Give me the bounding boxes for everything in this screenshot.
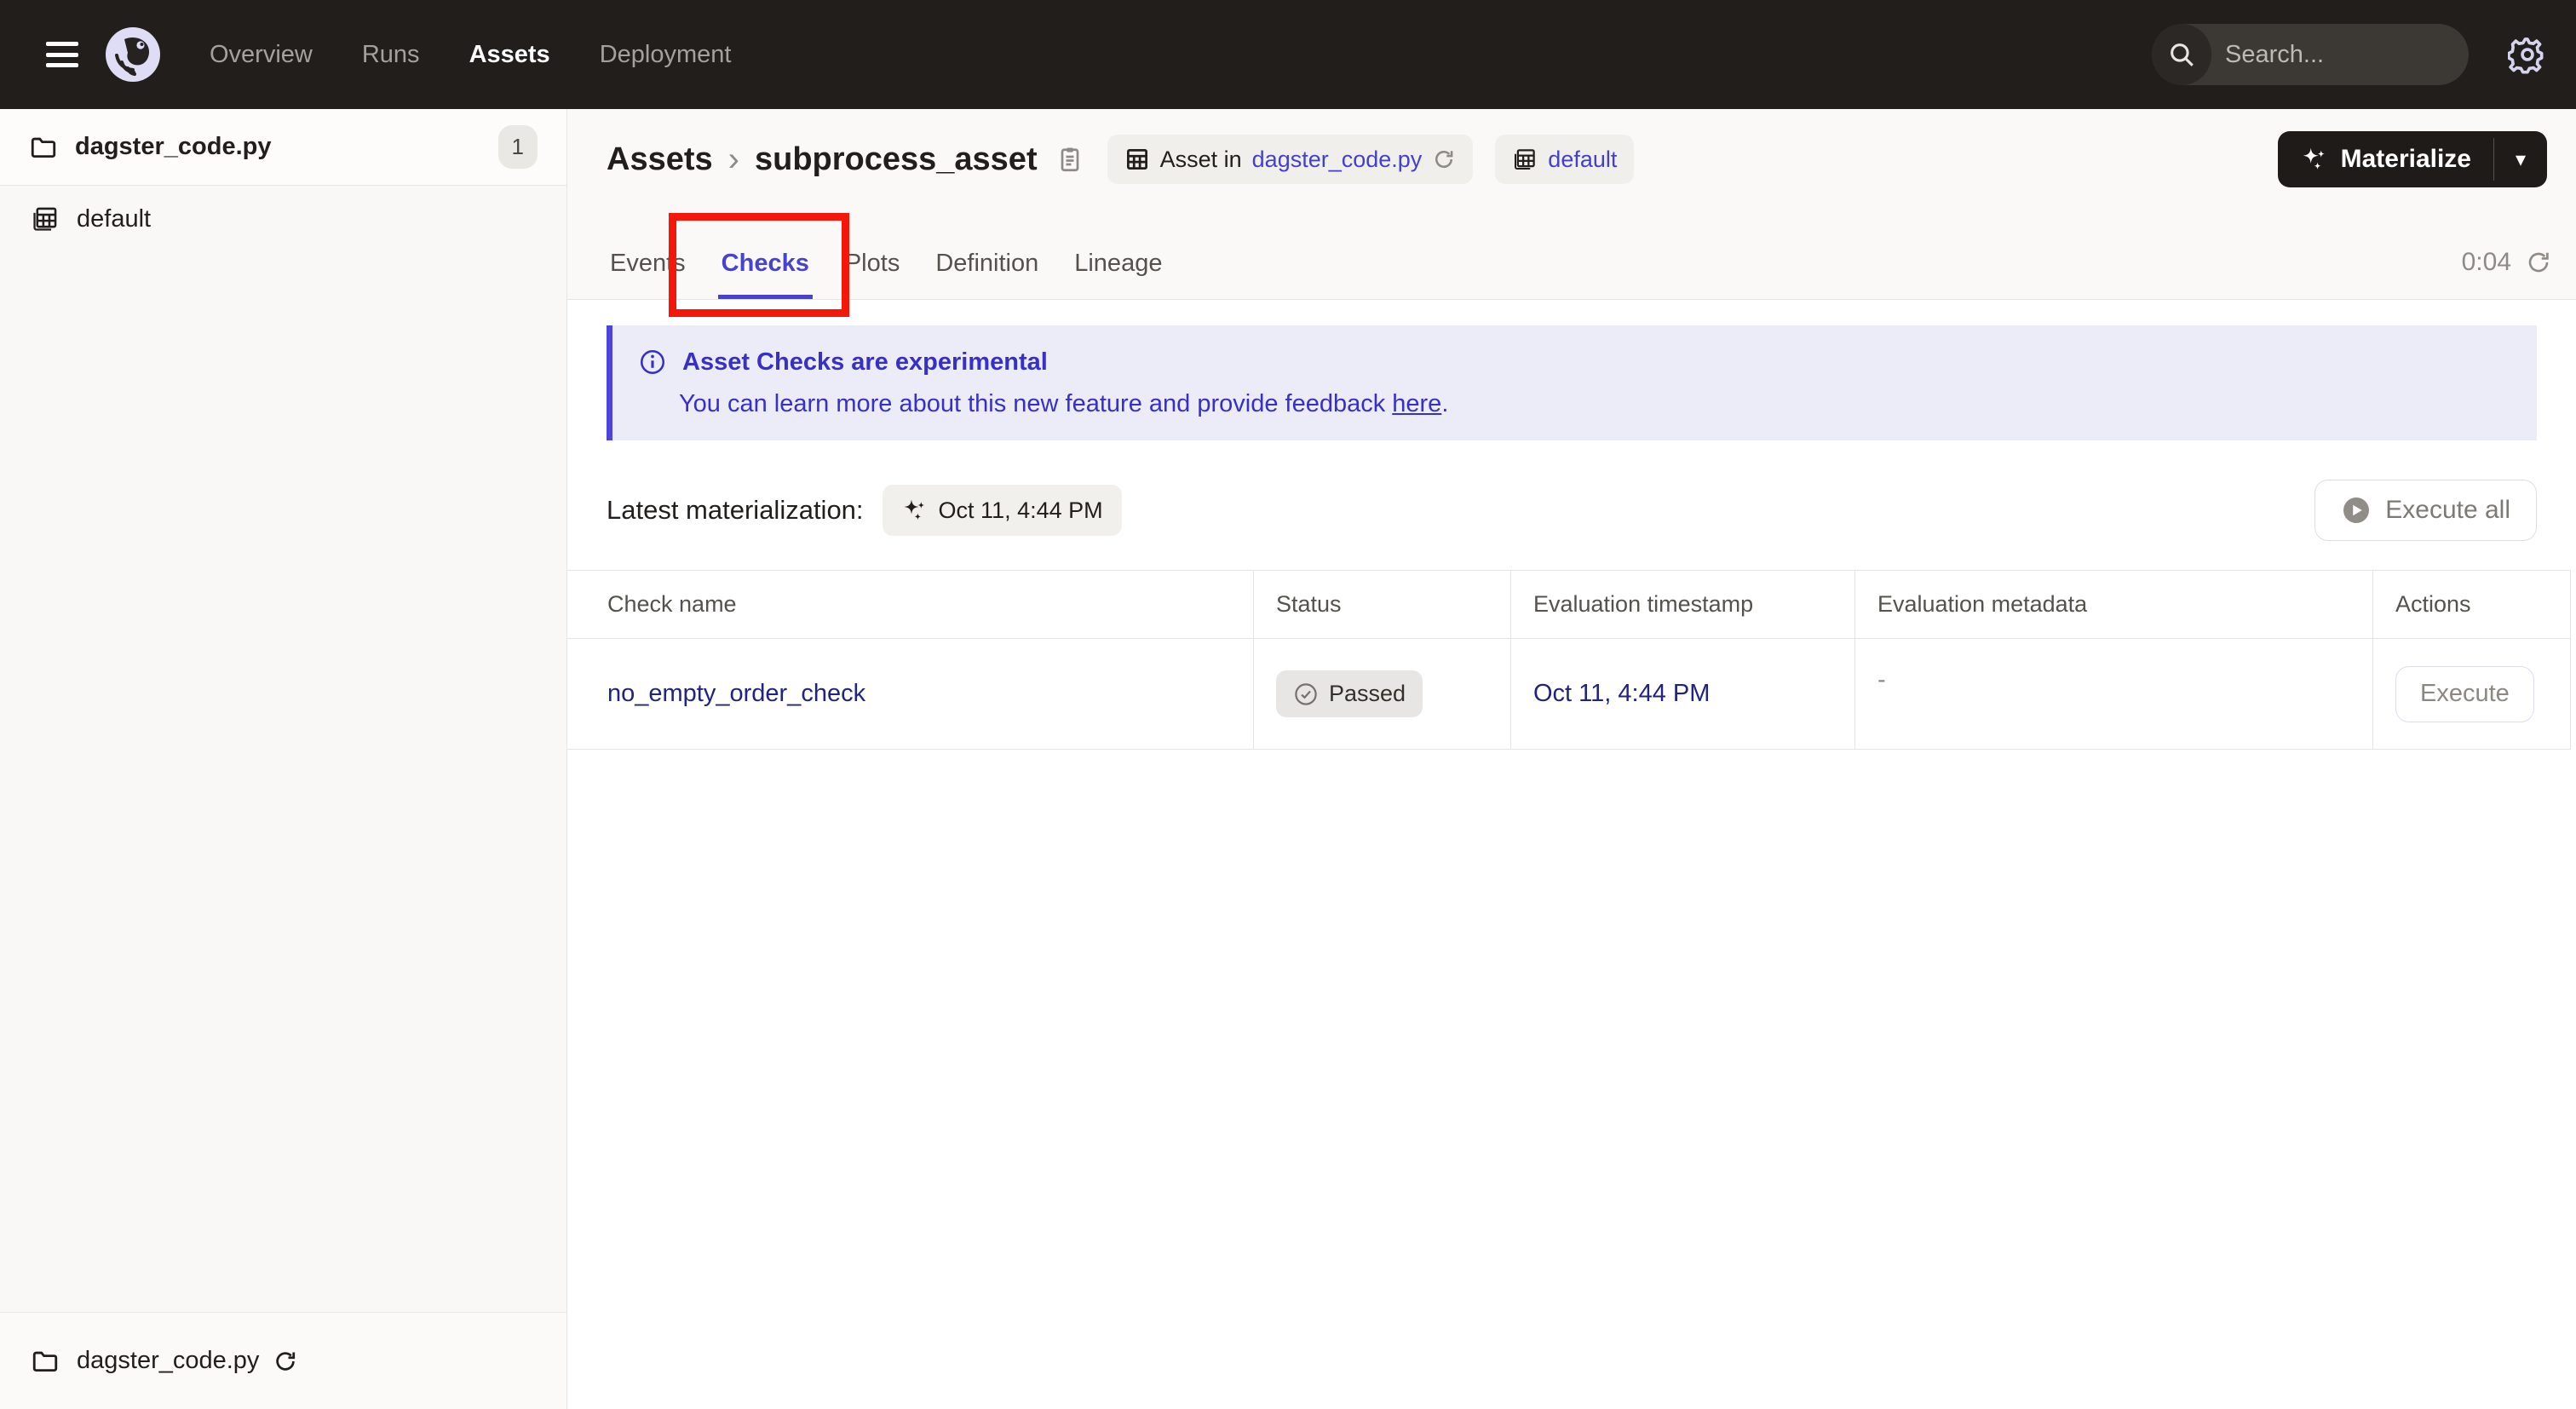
asset-group-grid-icon [33, 207, 57, 231]
sparkles-icon [903, 499, 924, 520]
asset-definition-tag[interactable]: Asset in dagster_code.py [1107, 135, 1474, 184]
left-sidebar: dagster_code.py 1 default dagster_code.p… [0, 109, 567, 1409]
evaluation-timestamp-link[interactable]: Oct 11, 4:44 PM [1533, 680, 1710, 708]
table-row-cell-metadata: - [1855, 639, 2373, 750]
timer-value: 0:04 [2461, 248, 2511, 276]
search-icon [2152, 24, 2211, 85]
top-nav: Overview Runs Assets Deployment / [0, 0, 2576, 109]
materialize-dropdown-button[interactable]: ▾ [2494, 131, 2547, 187]
sidebar-repo-row[interactable]: dagster_code.py 1 [0, 109, 566, 186]
page-title: subprocess_asset [754, 141, 1038, 177]
refresh-icon[interactable] [2525, 249, 2552, 276]
latest-materialization-label: Latest materialization: [607, 495, 864, 525]
nav-item-deployment[interactable]: Deployment [600, 41, 732, 69]
execute-all-button[interactable]: Execute all [2314, 480, 2537, 541]
primary-nav: Overview Runs Assets Deployment [210, 41, 731, 69]
banner-title: Asset Checks are experimental [682, 348, 1048, 376]
search-input[interactable] [2211, 40, 2469, 69]
nav-item-runs[interactable]: Runs [362, 41, 420, 69]
sidebar-item-label: default [77, 204, 152, 233]
column-header-status: Status [1254, 571, 1511, 639]
table-row-cell-status: Passed [1254, 639, 1511, 750]
dagster-logo-icon[interactable] [106, 27, 160, 82]
check-name-link[interactable]: no_empty_order_check [607, 680, 865, 708]
group-tag-default[interactable]: default [1495, 135, 1635, 184]
asset-count-badge: 1 [497, 125, 538, 169]
table-row-cell-check-name: no_empty_order_check [567, 639, 1254, 750]
asset-tabs: Events Checks Plots Definition Lineage [607, 250, 1165, 299]
banner-body-suffix: . [1441, 390, 1449, 417]
asset-grid-icon [1126, 149, 1147, 170]
tab-checks[interactable]: Checks [717, 250, 813, 299]
asset-header: Assets › subprocess_asset Asset in dagst… [567, 109, 2576, 300]
breadcrumb-assets-link[interactable]: Assets [607, 141, 713, 178]
info-icon [640, 349, 665, 375]
tab-plots[interactable]: Plots [842, 250, 903, 299]
folder-icon [32, 1351, 58, 1372]
column-header-actions: Actions [2373, 571, 2571, 639]
tab-definition[interactable]: Definition [932, 250, 1042, 299]
banner-body: You can learn more about this new featur… [679, 390, 1393, 417]
materialize-split-button: Materialize ▾ [2277, 131, 2547, 187]
banner-feedback-link[interactable]: here [1392, 390, 1441, 417]
table-row-cell-timestamp: Oct 11, 4:44 PM [1511, 639, 1855, 750]
sparkles-icon [2303, 147, 2325, 170]
play-circle-icon [2343, 497, 2370, 523]
materialize-button[interactable]: Materialize [2278, 131, 2493, 187]
asset-tag-repo-link[interactable]: dagster_code.py [1252, 147, 1423, 173]
chevron-down-icon: ▾ [2515, 147, 2527, 171]
reload-repo-icon[interactable] [273, 1349, 298, 1374]
column-header-evaluation-timestamp: Evaluation timestamp [1511, 571, 1855, 639]
nav-item-assets[interactable]: Assets [469, 41, 550, 69]
tab-lineage[interactable]: Lineage [1071, 250, 1165, 299]
status-badge: Passed [1276, 670, 1423, 717]
metadata-empty-value: - [1877, 666, 1886, 693]
nav-item-overview[interactable]: Overview [210, 41, 313, 69]
settings-gear-icon[interactable] [2508, 35, 2547, 74]
materialization-timestamp-tag[interactable]: Oct 11, 4:44 PM [882, 485, 1122, 536]
table-row-cell-actions: Execute [2373, 639, 2571, 750]
group-tag-label: default [1548, 146, 1618, 172]
sidebar-repo-label: dagster_code.py [75, 133, 272, 160]
refresh-icon[interactable] [1432, 147, 1456, 171]
execute-button[interactable]: Execute [2395, 665, 2534, 722]
hamburger-menu-icon[interactable] [46, 42, 78, 67]
folder-icon [31, 137, 56, 158]
checks-table: Check name Status Evaluation timestamp E… [567, 570, 2571, 750]
materialize-label: Materialize [2340, 145, 2471, 173]
check-circle-icon [1295, 682, 1317, 705]
column-header-check-name: Check name [567, 571, 1254, 639]
main-content: Assets › subprocess_asset Asset in dagst… [567, 109, 2576, 1409]
materialization-row: Latest materialization: Oct 11, 4:44 PM … [607, 480, 2537, 541]
sidebar-item-default[interactable]: default [0, 186, 566, 252]
asset-tag-prefix: Asset in [1159, 146, 1242, 172]
breadcrumb: Assets › subprocess_asset Asset in dagst… [607, 131, 2547, 187]
experimental-banner: Asset Checks are experimental You can le… [607, 325, 2537, 440]
copy-asset-name-icon[interactable] [1055, 144, 1085, 175]
column-header-evaluation-metadata: Evaluation metadata [1855, 571, 2373, 639]
search-box[interactable]: / [2152, 24, 2469, 85]
refresh-timer: 0:04 [2462, 248, 2552, 277]
materialization-timestamp: Oct 11, 4:44 PM [938, 497, 1103, 523]
asset-group-grid-icon [1515, 149, 1536, 170]
breadcrumb-separator: › [727, 140, 739, 178]
sidebar-footer-repo[interactable]: dagster_code.py [0, 1312, 566, 1409]
tab-events[interactable]: Events [607, 250, 689, 299]
sidebar-footer-label: dagster_code.py [77, 1347, 260, 1374]
